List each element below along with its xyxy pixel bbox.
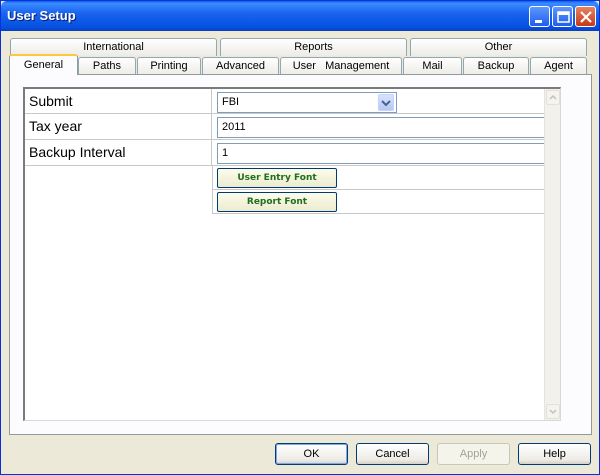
tab-printing[interactable]: Printing [137,57,201,75]
title-bar[interactable]: User Setup [1,1,599,31]
maximize-button[interactable] [552,6,573,27]
submit-value: FBI [222,96,240,108]
backup-interval-field[interactable]: 1 [217,143,558,164]
tab-agent[interactable]: Agent [530,57,587,75]
report-font-button[interactable]: Report Font [217,192,337,212]
user-entry-font-button[interactable]: User Entry Font [217,168,337,188]
submit-label: Submit [25,89,212,113]
setting-row-report-font: Report Font [212,190,559,214]
cancel-button[interactable]: Cancel [356,443,429,465]
tab-advanced[interactable]: Advanced [202,57,279,75]
setting-row-user-entry-font: User Entry Font [212,166,559,190]
tab-backup[interactable]: Backup [463,57,529,75]
tab-general[interactable]: General [9,54,78,75]
apply-button[interactable]: Apply [437,443,510,465]
chevron-down-icon [549,409,557,415]
tab-user-management[interactable]: User Management [280,57,402,75]
ok-button[interactable]: OK [275,443,348,465]
tab-other[interactable]: Other [410,38,587,56]
maximize-icon [557,11,570,23]
scroll-up-button[interactable] [546,90,560,105]
scroll-down-button[interactable] [546,404,560,419]
dropdown-button[interactable] [378,94,394,111]
vertical-scrollbar[interactable] [544,89,560,420]
minimize-button[interactable] [529,6,550,27]
close-icon [580,11,592,23]
tab-paths[interactable]: Paths [78,57,136,75]
chevron-down-icon [381,100,391,107]
backup-interval-label: Backup Interval [25,140,212,165]
tab-reports[interactable]: Reports [220,38,407,56]
setting-row-submit: Submit FBI [25,89,559,114]
settings-grid: Submit FBI Tax year 2011 Backup Interval… [23,87,561,421]
tax-year-field[interactable]: 2011 [217,117,558,138]
submit-select[interactable]: FBI [217,92,397,113]
tax-year-label: Tax year [25,114,212,139]
minimize-icon [535,20,542,23]
user-setup-window: User Setup International Reports Other G… [0,0,600,475]
window-title: User Setup [7,8,76,23]
tab-mail[interactable]: Mail [403,57,462,75]
close-button[interactable] [575,6,596,27]
chevron-up-icon [549,94,557,100]
setting-row-backup-interval: Backup Interval 1 [25,140,559,166]
setting-row-tax-year: Tax year 2011 [25,114,559,140]
help-button[interactable]: Help [518,443,591,465]
